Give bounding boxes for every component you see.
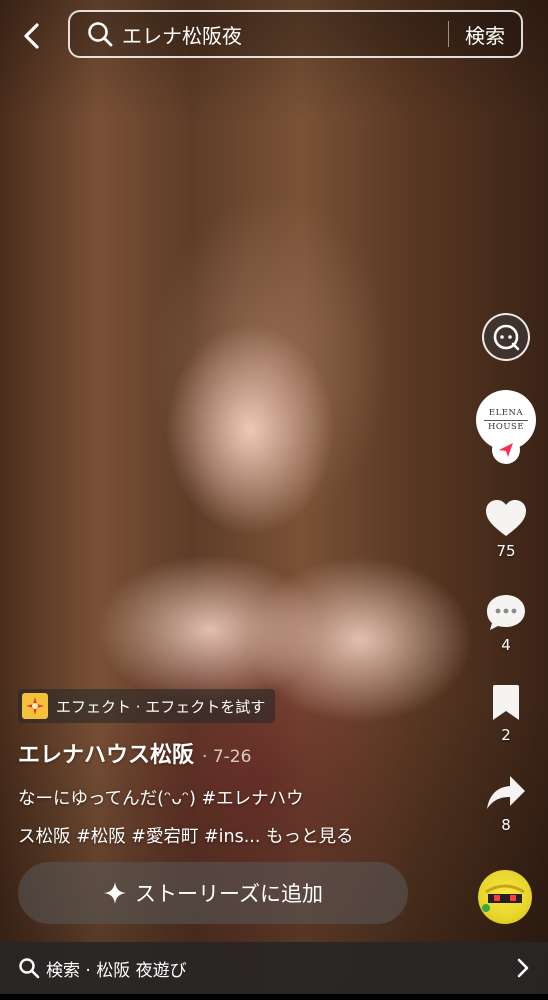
search-submit-button[interactable]: 検索 — [449, 20, 521, 49]
share-button[interactable]: 8 — [476, 774, 536, 834]
follow-button[interactable] — [492, 436, 520, 464]
share-count: 8 — [501, 816, 511, 834]
bookmark-button[interactable]: 2 — [476, 684, 536, 744]
avatar-logo-divider — [484, 419, 528, 421]
follow-icon — [499, 443, 513, 457]
effect-label: エフェクト · エフェクトを試す — [56, 697, 266, 716]
related-search-text: 検索 · 松阪 夜遊び — [46, 960, 187, 981]
bookmark-count: 2 — [501, 726, 511, 744]
comment-icon — [487, 595, 525, 630]
post-date: · 7-26 — [202, 747, 252, 767]
avatar-logo-line1: ELENA — [488, 408, 524, 419]
share-icon — [487, 776, 525, 809]
bottom-edge — [0, 994, 548, 1000]
avatar-logo-line2: HOUSE — [487, 421, 525, 432]
search-icon — [88, 22, 113, 47]
caption-line-2: ス松阪 #松阪 #愛宕町 #ins... もっと見る — [18, 827, 354, 847]
music-icon — [482, 884, 525, 912]
search-icon — [19, 958, 40, 979]
search-bar[interactable]: エレナ松阪夜 検索 — [68, 10, 523, 58]
post-caption[interactable]: なーにゆってんだ(ᵔᴗᵔ) #エレナハウ ス松阪 #松阪 #愛宕町 #ins..… — [18, 780, 403, 856]
chat-bubble-button[interactable] — [482, 313, 530, 361]
heart-icon — [486, 500, 526, 536]
music-disc[interactable] — [478, 870, 532, 924]
effect-chip[interactable]: エフェクト · エフェクトを試す — [18, 689, 276, 723]
add-to-story-button[interactable]: ストーリーズに追加 — [18, 862, 408, 924]
like-button[interactable]: 75 — [476, 498, 536, 560]
chat-bubble-icon — [493, 324, 520, 351]
search-input[interactable]: エレナ松阪夜 — [122, 20, 448, 49]
bookmark-icon — [493, 685, 519, 720]
chevron-right-icon — [517, 958, 529, 978]
sparkle-icon — [104, 882, 127, 904]
like-count: 75 — [496, 542, 516, 560]
back-button[interactable] — [14, 18, 50, 54]
add-to-story-label: ストーリーズに追加 — [135, 882, 323, 906]
caption-line-1: なーにゆってんだ(ᵔᴗᵔ) #エレナハウ — [18, 789, 304, 809]
related-search-bar[interactable]: 検索 · 松阪 夜遊び — [0, 942, 548, 994]
effect-sparkle-icon — [22, 693, 48, 719]
back-arrow-icon — [24, 23, 39, 49]
comment-count: 4 — [501, 636, 511, 654]
author-name[interactable]: エレナハウス松阪 — [18, 737, 194, 769]
comment-button[interactable]: 4 — [476, 592, 536, 654]
author-row: エレナハウス松阪 · 7-26 — [18, 737, 251, 769]
